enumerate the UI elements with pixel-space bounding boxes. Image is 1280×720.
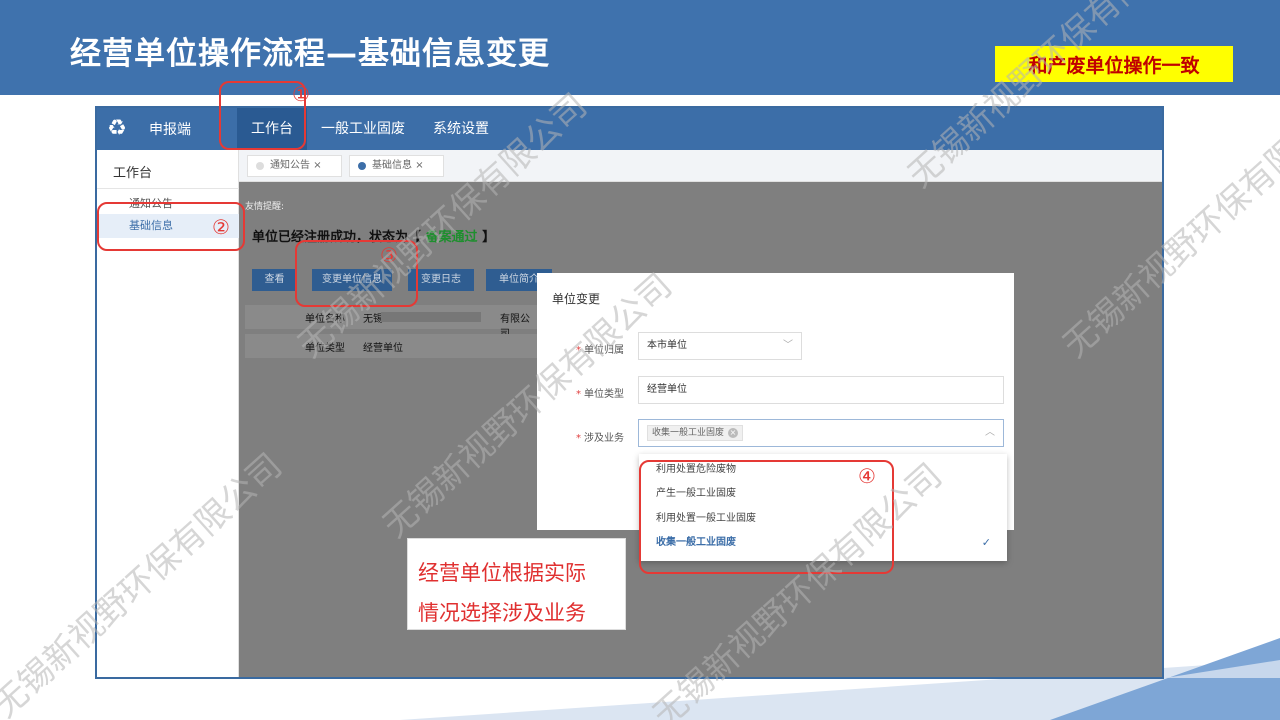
close-icon[interactable]: × [415, 160, 423, 171]
status-value: 备案通过 [425, 230, 478, 245]
required-mark: * [576, 345, 581, 356]
nav-general-waste[interactable]: 一般工业固废 [307, 108, 419, 150]
affiliation-value: 本市单位 [647, 340, 687, 351]
tip-label: 友情提醒: [245, 202, 285, 212]
tabs-bar: 通知公告 × 基础信息 × [239, 150, 1162, 182]
field-label-text: 涉及业务 [584, 433, 624, 444]
field-label-text: 单位归属 [584, 345, 624, 356]
info-row-type: 单位类型 经营单位 [245, 334, 537, 358]
info-value-prefix: 无锡 [363, 314, 383, 325]
callout-box: 经营单位根据实际 情况选择涉及业务 [407, 538, 626, 630]
check-icon: ✓ [981, 536, 991, 549]
required-mark: * [576, 389, 581, 400]
callout-line-1: 经营单位根据实际 [418, 561, 586, 585]
annotation-ring-4 [639, 460, 894, 574]
redaction-mask [381, 312, 481, 322]
tab-dot-icon [358, 162, 366, 170]
close-icon[interactable]: × [313, 160, 321, 171]
info-key: 单位名称 [305, 314, 345, 325]
view-button[interactable]: 查看 [252, 269, 297, 291]
affiliation-select[interactable]: 本市单位 ﹀ [638, 332, 802, 360]
field-label-affiliation: * 单位归属 [576, 341, 624, 356]
callout-line-2: 情况选择涉及业务 [418, 601, 586, 625]
marker-3: ③ [380, 243, 398, 267]
field-label-type: * 单位类型 [576, 385, 624, 400]
chevron-down-icon: ﹀ [783, 340, 793, 351]
required-mark: * [576, 433, 581, 444]
note-badge: 和产废单位操作一致 [995, 46, 1233, 82]
info-key: 单位类型 [305, 343, 345, 354]
nav-settings[interactable]: 系统设置 [419, 108, 503, 150]
tab-label: 通知公告 [270, 160, 310, 171]
field-label-text: 单位类型 [584, 389, 624, 400]
tag-remove-icon[interactable]: × [728, 428, 739, 438]
marker-4: ④ [858, 464, 876, 488]
tab-label: 基础信息 [372, 160, 412, 171]
tag-label: 收集一般工业固废 [652, 428, 725, 438]
info-row-name: 单位名称 无锡 有限公司 [245, 305, 537, 340]
unit-type-value: 经营单位 [647, 384, 687, 395]
app-screenshot: ♻ 申报端 工作台 一般工业固废 系统设置 工作台 通知公告 基础信息 通知公告… [95, 106, 1164, 679]
tab-notice[interactable]: 通知公告 × [247, 155, 342, 177]
dialog-title: 单位变更 [552, 292, 601, 306]
slide: 经营单位操作流程—基础信息变更 和产废单位操作一致 ♻ 申报端 工作台 一般工业… [0, 0, 1280, 720]
tab-dot-icon [256, 162, 264, 170]
annotation-ring-3 [295, 240, 418, 307]
marker-1: ① [292, 82, 310, 106]
info-value: 经营单位 [363, 343, 403, 354]
marker-2: ② [212, 215, 230, 239]
sidebar-divider [97, 188, 239, 189]
slide-title: 经营单位操作流程—基础信息变更 [70, 36, 550, 72]
business-multiselect[interactable]: 收集一般工业固废 × ︿ [638, 419, 1004, 447]
chevron-up-icon: ︿ [985, 427, 995, 438]
recycle-icon: ♻ [107, 116, 127, 141]
sidebar-title[interactable]: 工作台 [113, 162, 152, 181]
status-suffix: 】 [482, 230, 496, 245]
field-label-business: * 涉及业务 [576, 429, 624, 444]
unit-type-field[interactable]: 经营单位 [638, 376, 1004, 404]
tab-basic-info[interactable]: 基础信息 × [349, 155, 444, 177]
app-name: 申报端 [149, 122, 191, 138]
selected-tag: 收集一般工业固废 × [647, 425, 744, 441]
